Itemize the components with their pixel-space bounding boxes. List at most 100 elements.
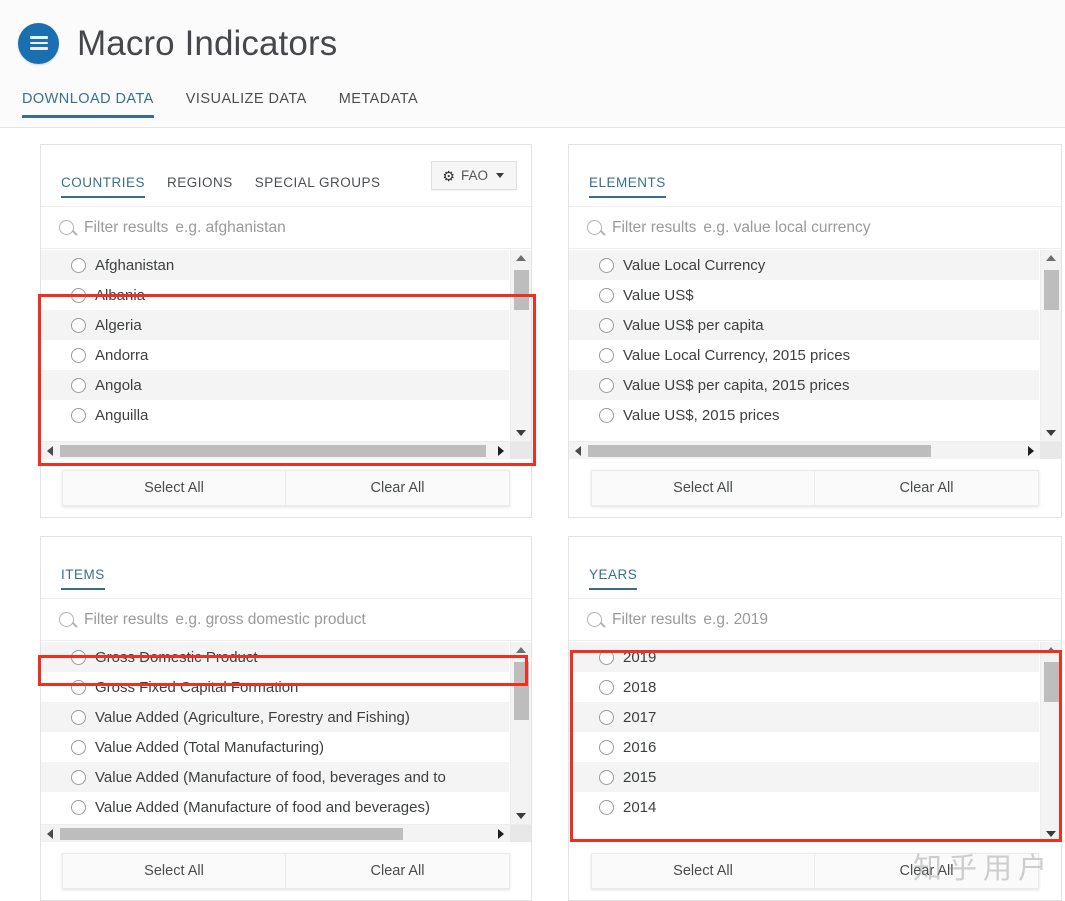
scroll-right-icon[interactable]	[492, 442, 510, 459]
list-item[interactable]: 2016	[569, 732, 1039, 762]
list-item[interactable]: Gross Fixed Capital Formation	[41, 672, 509, 702]
list-item[interactable]: 2015	[569, 762, 1039, 792]
select-all-button[interactable]: Select All	[62, 470, 286, 506]
list-item[interactable]: Value Added (Manufacture of food and bev…	[41, 792, 509, 822]
radio-icon[interactable]	[71, 769, 86, 785]
scroll-down-icon[interactable]	[1041, 425, 1061, 441]
list-item[interactable]: Algeria	[41, 310, 509, 340]
list-item[interactable]: Afghanistan	[41, 250, 509, 280]
list-item[interactable]: 2018	[569, 672, 1039, 702]
years-list[interactable]: 2019 2018 2017 2016 2015 2014	[569, 642, 1039, 842]
subtab-years[interactable]: YEARS	[589, 567, 638, 590]
radio-icon[interactable]	[599, 739, 614, 755]
scrollbar-thumb[interactable]	[1044, 662, 1059, 702]
radio-icon[interactable]	[71, 257, 86, 273]
items-filter-input[interactable]: Filter results e.g. gross domestic produc…	[84, 611, 366, 629]
radio-icon[interactable]	[599, 649, 614, 665]
scroll-up-icon[interactable]	[511, 642, 531, 658]
scrollbar-thumb[interactable]	[60, 445, 486, 457]
scroll-left-icon[interactable]	[41, 442, 59, 459]
hamburger-menu-icon[interactable]	[18, 22, 59, 64]
countries-filter-row[interactable]: Filter results e.g. afghanistan	[41, 207, 531, 249]
countries-filter-input[interactable]: Filter results e.g. afghanistan	[84, 219, 286, 237]
list-item[interactable]: Value Added (Agriculture, Forestry and F…	[41, 702, 509, 732]
tab-download-data[interactable]: DOWNLOAD DATA	[22, 86, 154, 118]
select-all-button[interactable]: Select All	[591, 853, 815, 889]
list-item[interactable]: Value Added (Manufacture of food, bevera…	[41, 762, 509, 792]
radio-icon[interactable]	[599, 377, 614, 393]
radio-icon[interactable]	[71, 317, 86, 333]
radio-icon[interactable]	[71, 377, 86, 393]
radio-icon[interactable]	[599, 257, 614, 273]
select-all-button[interactable]: Select All	[591, 470, 815, 506]
scrollbar-thumb[interactable]	[1044, 270, 1059, 310]
scroll-up-icon[interactable]	[1041, 642, 1061, 658]
subtab-elements[interactable]: ELEMENTS	[589, 175, 666, 198]
radio-icon[interactable]	[71, 347, 86, 363]
radio-icon[interactable]	[599, 799, 614, 815]
tab-visualize-data[interactable]: VISUALIZE DATA	[186, 86, 307, 118]
countries-vertical-scrollbar[interactable]	[510, 250, 531, 441]
elements-filter-row[interactable]: Filter results e.g. value local currency	[569, 207, 1061, 249]
radio-icon[interactable]	[71, 649, 86, 665]
tab-metadata[interactable]: METADATA	[339, 86, 418, 118]
subtab-regions[interactable]: REGIONS	[167, 175, 233, 198]
list-item[interactable]: Albania	[41, 280, 509, 310]
scroll-down-icon[interactable]	[511, 425, 531, 441]
elements-horizontal-scrollbar[interactable]	[569, 441, 1061, 459]
list-item[interactable]: Value Local Currency	[569, 250, 1039, 280]
radio-icon[interactable]	[71, 679, 86, 695]
scroll-left-icon[interactable]	[41, 825, 59, 842]
items-filter-row[interactable]: Filter results e.g. gross domestic produc…	[41, 599, 531, 641]
subtab-special-groups[interactable]: SPECIAL GROUPS	[255, 175, 381, 198]
list-item[interactable]: Value Local Currency, 2015 prices	[569, 340, 1039, 370]
list-item[interactable]: Value US$ per capita, 2015 prices	[569, 370, 1039, 400]
radio-icon[interactable]	[599, 287, 614, 303]
scrollbar-thumb[interactable]	[588, 445, 931, 457]
list-item[interactable]: Value US$	[569, 280, 1039, 310]
elements-vertical-scrollbar[interactable]	[1040, 250, 1061, 441]
radio-icon[interactable]	[599, 709, 614, 725]
radio-icon[interactable]	[599, 407, 614, 423]
items-horizontal-scrollbar[interactable]	[41, 824, 531, 842]
scroll-down-icon[interactable]	[1041, 826, 1061, 842]
radio-icon[interactable]	[71, 709, 86, 725]
clear-all-button[interactable]: Clear All	[815, 853, 1039, 889]
radio-icon[interactable]	[71, 799, 86, 815]
list-item[interactable]: Value US$, 2015 prices	[569, 400, 1039, 430]
clear-all-button[interactable]: Clear All	[286, 853, 510, 889]
items-vertical-scrollbar[interactable]	[510, 642, 531, 824]
elements-list[interactable]: Value Local Currency Value US$ Value US$…	[569, 250, 1039, 441]
radio-icon[interactable]	[71, 739, 86, 755]
scrollbar-thumb[interactable]	[60, 828, 403, 840]
data-source-dropdown[interactable]: ⚙ FAO	[431, 161, 517, 190]
list-item[interactable]: Gross Domestic Product	[41, 642, 509, 672]
scroll-down-icon[interactable]	[511, 808, 531, 824]
subtab-countries[interactable]: COUNTRIES	[61, 175, 146, 198]
years-filter-row[interactable]: Filter results e.g. 2019	[569, 599, 1061, 641]
list-item[interactable]: Andorra	[41, 340, 509, 370]
radio-icon[interactable]	[71, 407, 86, 423]
radio-icon[interactable]	[599, 769, 614, 785]
radio-icon[interactable]	[599, 679, 614, 695]
scroll-right-icon[interactable]	[492, 825, 510, 842]
list-item[interactable]: Angola	[41, 370, 509, 400]
subtab-items[interactable]: ITEMS	[61, 567, 105, 590]
clear-all-button[interactable]: Clear All	[815, 470, 1039, 506]
scrollbar-thumb[interactable]	[514, 270, 529, 310]
list-item[interactable]: Value Added (Total Manufacturing)	[41, 732, 509, 762]
radio-icon[interactable]	[71, 287, 86, 303]
scroll-up-icon[interactable]	[511, 250, 531, 266]
scroll-left-icon[interactable]	[569, 442, 587, 459]
countries-list[interactable]: Afghanistan Albania Algeria Andorra Ango…	[41, 250, 509, 441]
list-item[interactable]: Anguilla	[41, 400, 509, 430]
items-list[interactable]: Gross Domestic Product Gross Fixed Capit…	[41, 642, 509, 824]
scroll-up-icon[interactable]	[1041, 250, 1061, 266]
scrollbar-thumb[interactable]	[514, 662, 529, 720]
list-item[interactable]: 2017	[569, 702, 1039, 732]
countries-horizontal-scrollbar[interactable]	[41, 441, 531, 459]
years-vertical-scrollbar[interactable]	[1040, 642, 1061, 842]
scroll-right-icon[interactable]	[1022, 442, 1040, 459]
list-item[interactable]: 2014	[569, 792, 1039, 822]
years-filter-input[interactable]: Filter results e.g. 2019	[612, 611, 768, 629]
